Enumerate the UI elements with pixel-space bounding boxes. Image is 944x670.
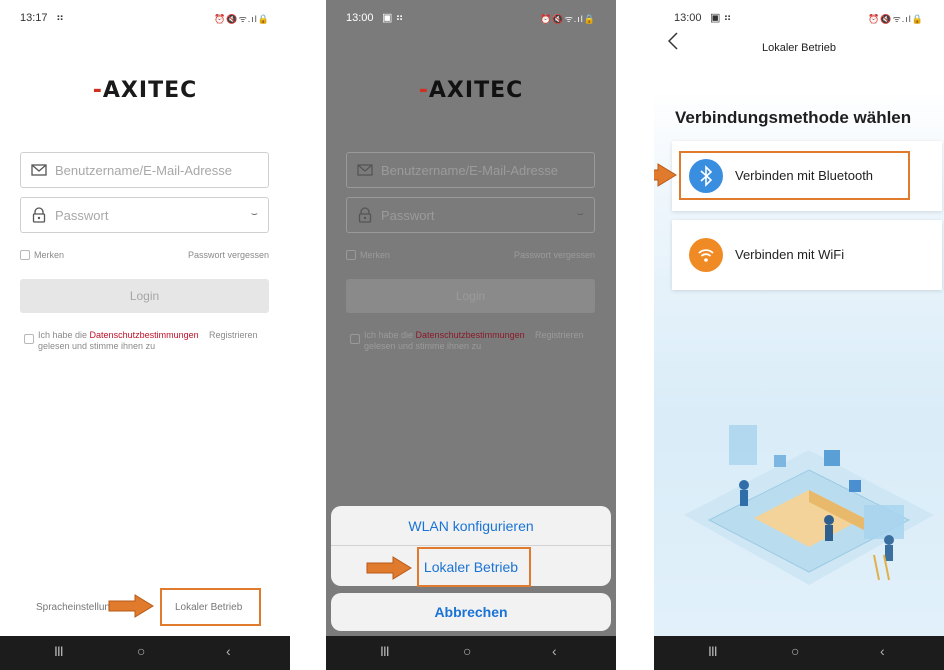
status-icons: ⏰🔇ᯤ.ıl🔒	[214, 14, 270, 24]
remember-checkbox	[346, 250, 356, 260]
phone-connection-method-screen: 13:00 ▣ ⠶ ⏰🔇ᯤ.ıl🔒 Lokaler Betrieb Verbin…	[654, 0, 944, 670]
recent-apps-icon[interactable]: III	[380, 643, 390, 659]
status-bar: 13:00 ▣ ⠶ ⏰🔇ᯤ.ıl🔒	[674, 12, 924, 28]
android-nav-bar: III ○ ‹	[654, 636, 944, 670]
username-field[interactable]: Benutzername/E-Mail-Adresse	[20, 152, 269, 188]
remember-label: Merken	[34, 250, 65, 260]
username-field: Benutzername/E-Mail-Adresse	[346, 152, 595, 188]
username-placeholder: Benutzername/E-Mail-Adresse	[381, 163, 559, 178]
android-nav-bar: III ○ ‹	[0, 636, 290, 670]
notification-icons: ⠶	[56, 12, 65, 24]
consent-checkbox	[350, 334, 360, 344]
status-time: 13:00	[674, 12, 702, 24]
axitec-logo: -AXITEC	[418, 78, 524, 103]
register-link: Registrieren	[535, 330, 584, 340]
arrow-pointer-icon	[366, 556, 412, 580]
password-field[interactable]: Passwort ⌣	[20, 197, 269, 233]
axitec-logo: -AXITEC	[92, 78, 198, 103]
lock-icon	[31, 207, 47, 223]
wlan-configure-option[interactable]: WLAN konfigurieren	[331, 518, 611, 534]
password-placeholder: Passwort	[55, 208, 109, 223]
hide-password-icon: ⌣	[576, 208, 584, 220]
notification-icons: ▣ ⠶	[382, 12, 404, 24]
remember-label: Merken	[360, 250, 391, 260]
mail-icon	[31, 162, 47, 178]
cancel-button[interactable]: Abbrechen	[331, 604, 611, 620]
consent-text: Ich habe die Datenschutzbestimmungen	[364, 330, 525, 340]
consent-text: Ich habe die Datenschutzbestimmungen	[38, 330, 199, 340]
phone-action-sheet-screen: 13:00 ▣ ⠶ ⏰🔇ᯤ.ıl🔒 -AXITEC Benutzername/E…	[326, 0, 616, 670]
cancel-sheet: Abbrechen	[331, 593, 611, 631]
lock-icon	[357, 207, 373, 223]
password-field: Passwort ⌣	[346, 197, 595, 233]
sheet-divider	[331, 545, 611, 546]
phone-login-screen: 13:17 ⠶ ⏰🔇ᯤ.ıl🔒 -AXITEC Benutzername/E-M…	[0, 0, 290, 670]
home-icon[interactable]: ○	[463, 643, 471, 659]
password-placeholder: Passwort	[381, 208, 435, 223]
register-link[interactable]: Registrieren	[209, 330, 258, 340]
status-icons: ⏰🔇ᯤ.ıl🔒	[868, 14, 924, 24]
login-button[interactable]: Login	[20, 279, 269, 313]
home-icon[interactable]: ○	[791, 643, 799, 659]
back-icon[interactable]: ‹	[552, 643, 557, 659]
back-icon[interactable]: ‹	[226, 643, 231, 659]
android-nav-bar: III ○ ‹	[326, 636, 616, 670]
nav-title: Lokaler Betrieb	[762, 42, 836, 54]
hide-password-icon[interactable]: ⌣	[251, 208, 258, 221]
status-bar: 13:00 ▣ ⠶ ⏰🔇ᯤ.ıl🔒	[346, 12, 596, 28]
remember-checkbox[interactable]	[20, 250, 30, 260]
local-mode-link[interactable]: Lokaler Betrieb	[175, 602, 242, 613]
mail-icon	[357, 162, 373, 178]
wifi-label: Verbinden mit WiFi	[735, 247, 845, 262]
wifi-icon	[689, 238, 723, 272]
arrow-pointer-icon	[108, 594, 154, 618]
login-button: Login	[346, 279, 595, 313]
arrow-pointer-icon	[654, 163, 677, 187]
forgot-password-link: Passwort vergessen	[514, 250, 596, 260]
wifi-option[interactable]: Verbinden mit WiFi	[672, 220, 942, 290]
consent-text-line2: gelesen und stimme ihnen zu	[38, 341, 156, 351]
recent-apps-icon[interactable]: III	[708, 643, 718, 659]
status-icons: ⏰🔇ᯤ.ıl🔒	[540, 14, 596, 24]
forgot-password-link[interactable]: Passwort vergessen	[188, 250, 269, 260]
isometric-illustration	[684, 425, 934, 585]
page-heading: Verbindungsmethode wählen	[675, 108, 912, 127]
highlight-box	[679, 151, 910, 200]
status-time: 13:17	[20, 12, 48, 24]
back-icon[interactable]: ‹	[880, 643, 885, 659]
username-placeholder: Benutzername/E-Mail-Adresse	[55, 163, 233, 178]
status-time: 13:00	[346, 12, 374, 24]
privacy-policy-link[interactable]: Datenschutzbestimmungen	[90, 330, 199, 340]
consent-text-line2: gelesen und stimme ihnen zu	[364, 341, 482, 351]
notification-icons: ▣ ⠶	[710, 12, 732, 24]
highlight-box	[417, 547, 531, 587]
recent-apps-icon[interactable]: III	[54, 643, 64, 659]
home-icon[interactable]: ○	[137, 643, 145, 659]
consent-checkbox[interactable]	[24, 334, 34, 344]
privacy-policy-link: Datenschutzbestimmungen	[415, 330, 525, 340]
language-settings-link[interactable]: Spracheinstellun	[36, 602, 110, 613]
status-bar: 13:17 ⠶ ⏰🔇ᯤ.ıl🔒	[20, 12, 270, 28]
